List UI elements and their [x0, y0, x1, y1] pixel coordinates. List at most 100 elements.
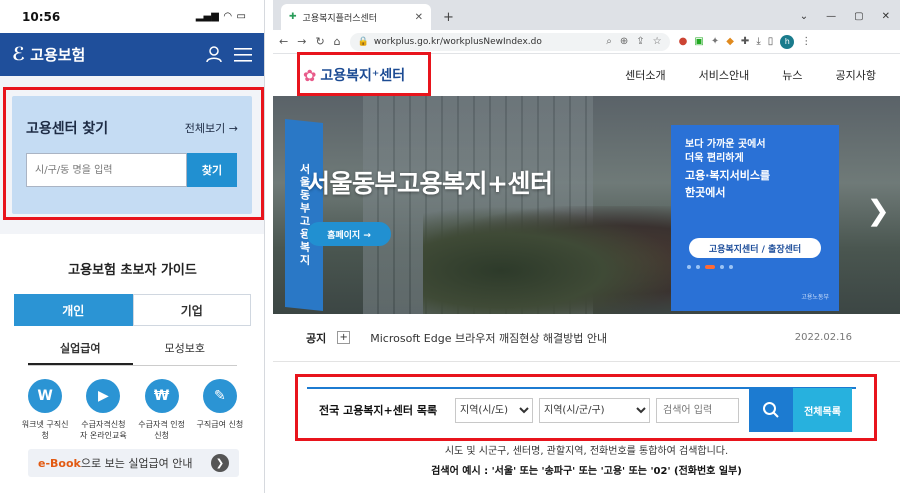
extension-icon[interactable]: ● — [679, 36, 688, 47]
keyword-input[interactable] — [656, 397, 739, 423]
browser-tab[interactable]: ✚ 고용복지플러스센터 ✕ — [281, 4, 431, 30]
hero-title: 서울동부고용복지+센터 — [307, 169, 553, 198]
ebook-highlight: e-Book — [38, 457, 81, 470]
find-center-box: 고용센터 찾기 전체보기 → 찾기 — [12, 96, 252, 214]
homepage-button[interactable]: 홈페이지 → — [307, 222, 391, 246]
guide-item[interactable]: W 워크넷 구직신청 — [20, 379, 70, 441]
subtab-maternity[interactable]: 모성보호 — [133, 340, 238, 365]
view-all-link[interactable]: 전체보기 → — [185, 120, 238, 136]
carousel-dot[interactable] — [729, 265, 733, 269]
notice-label: 공지 — [306, 331, 327, 345]
status-icons: ▂▄▆ ◠ ▭ — [196, 11, 246, 22]
extensions-bar: ● ▣ ✦ ◆ ✚ ⤓ ▯ h ⋮ — [679, 34, 811, 49]
region-district-select[interactable]: 지역(시/군/구) — [539, 397, 650, 423]
center-search-input[interactable] — [26, 153, 187, 187]
guide-title: 고용보험 초보자 가이드 — [68, 263, 197, 278]
carousel-dot[interactable] — [696, 265, 700, 269]
guide-item[interactable]: ▶ 수급자격신청자 온라인교육 — [78, 379, 128, 441]
new-tab-icon[interactable]: + — [443, 10, 454, 25]
find-button[interactable]: 찾기 — [187, 153, 237, 187]
wifi-icon: ◠ — [223, 11, 232, 22]
menu-center-intro[interactable]: 센터소개 — [625, 67, 665, 83]
sidepanel-icon[interactable]: ▯ — [768, 36, 774, 47]
extension-icon[interactable]: ▣ — [694, 36, 703, 47]
url-text: workplus.go.kr/workplusNewIndex.do — [373, 36, 542, 47]
tab-company[interactable]: 기업 — [132, 294, 251, 326]
menu-notices[interactable]: 공지사항 — [836, 67, 876, 83]
browser-window: ✚ 고용복지플러스센터 ✕ + ⌄ — ▢ ✕ ← → ↻ ⌂ 🔒 workpl… — [273, 0, 900, 493]
chevron-down-icon[interactable]: ⌄ — [800, 11, 808, 22]
guide-item-label: 수급자격 인정신청 — [138, 420, 185, 440]
chevron-right-icon[interactable]: ❯ — [867, 194, 890, 227]
ebook-banner[interactable]: e-Book으로 보는 실업급여 안내 ❯ — [28, 449, 239, 477]
home-icon[interactable]: ⌂ — [334, 35, 341, 48]
hero-trees-photo — [423, 206, 683, 314]
search-button[interactable] — [749, 388, 793, 432]
full-list-button[interactable]: 전체목록 — [793, 388, 852, 432]
puzzle-icon[interactable]: ✚ — [741, 36, 749, 47]
guide-item[interactable]: ₩ 수급자격 인정신청 — [137, 379, 187, 441]
ebook-rest: 으로 보는 실업급여 안내 — [80, 457, 193, 470]
guide-item[interactable]: ✎ 구직급여 신청 — [195, 379, 245, 441]
carousel-dots — [687, 265, 733, 269]
chevron-right-icon: ❯ — [211, 454, 229, 472]
logo-text: 고용보험 — [30, 46, 86, 64]
app-logo[interactable]: ℰ 고용보험 — [12, 44, 85, 65]
guide-items: W 워크넷 구직신청 ▶ 수급자격신청자 온라인교육 ₩ 수급자격 인정신청 ✎… — [16, 379, 249, 441]
extension-icon[interactable]: ✦ — [711, 36, 719, 47]
share-icon[interactable]: ⇪ — [636, 36, 644, 47]
reload-icon[interactable]: ↻ — [315, 35, 324, 48]
promo-line: 고용·복지서비스를 — [685, 169, 771, 182]
mobile-app-screen: 10:56 ▂▄▆ ◠ ▭ ℰ 고용보험 고용센터 찾기 전체보기 → 찾기 고… — [0, 0, 265, 493]
carousel-dot-active[interactable] — [705, 265, 715, 269]
minimize-icon[interactable]: — — [826, 11, 836, 22]
tab-title: 고용복지플러스센터 — [302, 13, 378, 24]
battery-icon: ▭ — [236, 11, 246, 22]
back-icon[interactable]: ← — [279, 35, 288, 48]
menu-services[interactable]: 서비스안내 — [699, 67, 750, 83]
download-icon[interactable]: ⤓ — [756, 36, 760, 47]
carousel-dot[interactable] — [687, 265, 691, 269]
guide-subtabs: 실업급여 모성보호 — [28, 340, 237, 366]
hero-banner: 서울동부고용복지 서울동부고용복지+센터 홈페이지 → 보다 가까운 곳에서 더… — [273, 96, 900, 314]
menu-news[interactable]: 뉴스 — [782, 67, 802, 83]
logo-flower-icon: ✿ — [303, 65, 317, 85]
profile-avatar[interactable]: h — [780, 34, 795, 49]
maximize-icon[interactable]: ▢ — [854, 11, 863, 22]
site-logo-text: 고용복지⁺센터 — [320, 68, 406, 84]
extension-icon[interactable]: ◆ — [726, 36, 734, 47]
site-logo[interactable]: ✿ 고용복지⁺센터 — [303, 65, 405, 85]
more-icon[interactable]: ⋮ — [801, 36, 811, 47]
notice-date: 2022.02.16 — [794, 332, 852, 343]
region-province-select[interactable]: 지역(시/도) — [455, 397, 533, 423]
plus-icon[interactable]: + — [337, 331, 351, 344]
form-icon: ✎ — [202, 379, 237, 413]
header-icons — [206, 46, 252, 63]
center-search-bar: 전국 고용복지+센터 목록 지역(시/도) 지역(시/군/구) 전체목록 — [307, 387, 856, 432]
browser-toolbar: ← → ↻ ⌂ 🔒 workplus.go.kr/workplusNewInde… — [273, 30, 900, 54]
status-bar: 10:56 ▂▄▆ ◠ ▭ — [0, 0, 264, 33]
subtab-unemployment[interactable]: 실업급여 — [28, 340, 133, 365]
user-icon[interactable] — [206, 46, 222, 63]
worknet-icon: W — [28, 379, 63, 413]
zoom-icon[interactable]: ⊕ — [620, 36, 628, 47]
promo-card[interactable]: 보다 가까운 곳에서 더욱 편리하게 고용·복지서비스를 한곳에서 고용복지센터… — [671, 125, 839, 311]
site-menu: 센터소개 서비스안내 뉴스 공지사항 — [625, 67, 876, 83]
search-icon[interactable]: ⌕ — [606, 36, 612, 47]
star-icon[interactable]: ☆ — [653, 36, 662, 47]
tab-individual[interactable]: 개인 — [14, 294, 133, 326]
menu-icon[interactable] — [234, 47, 252, 62]
favicon-icon: ✚ — [289, 12, 297, 22]
site-nav: ✿ 고용복지⁺센터 센터소개 서비스안내 뉴스 공지사항 — [273, 54, 900, 96]
notice-text[interactable]: Microsoft Edge 브라우저 깨짐현상 해결방법 안내 — [370, 330, 607, 346]
notice-bar: 공지 + Microsoft Edge 브라우저 깨짐현상 해결방법 안내 20… — [273, 314, 900, 362]
carousel-dot[interactable] — [720, 265, 724, 269]
close-tab-icon[interactable]: ✕ — [415, 12, 423, 23]
status-time: 10:56 — [22, 9, 61, 24]
address-bar[interactable]: 🔒 workplus.go.kr/workplusNewIndex.do ⌕ ⊕… — [349, 32, 670, 51]
close-window-icon[interactable]: ✕ — [882, 11, 890, 22]
search-hint: 시도 및 시군구, 센터명, 관할지역, 전화번호를 통합하여 검색합니다. — [444, 446, 729, 457]
promo-button[interactable]: 고용복지센터 / 출장센터 — [689, 238, 821, 258]
forward-icon[interactable]: → — [297, 35, 306, 48]
guide-item-label: 구직급여 신청 — [196, 420, 244, 429]
